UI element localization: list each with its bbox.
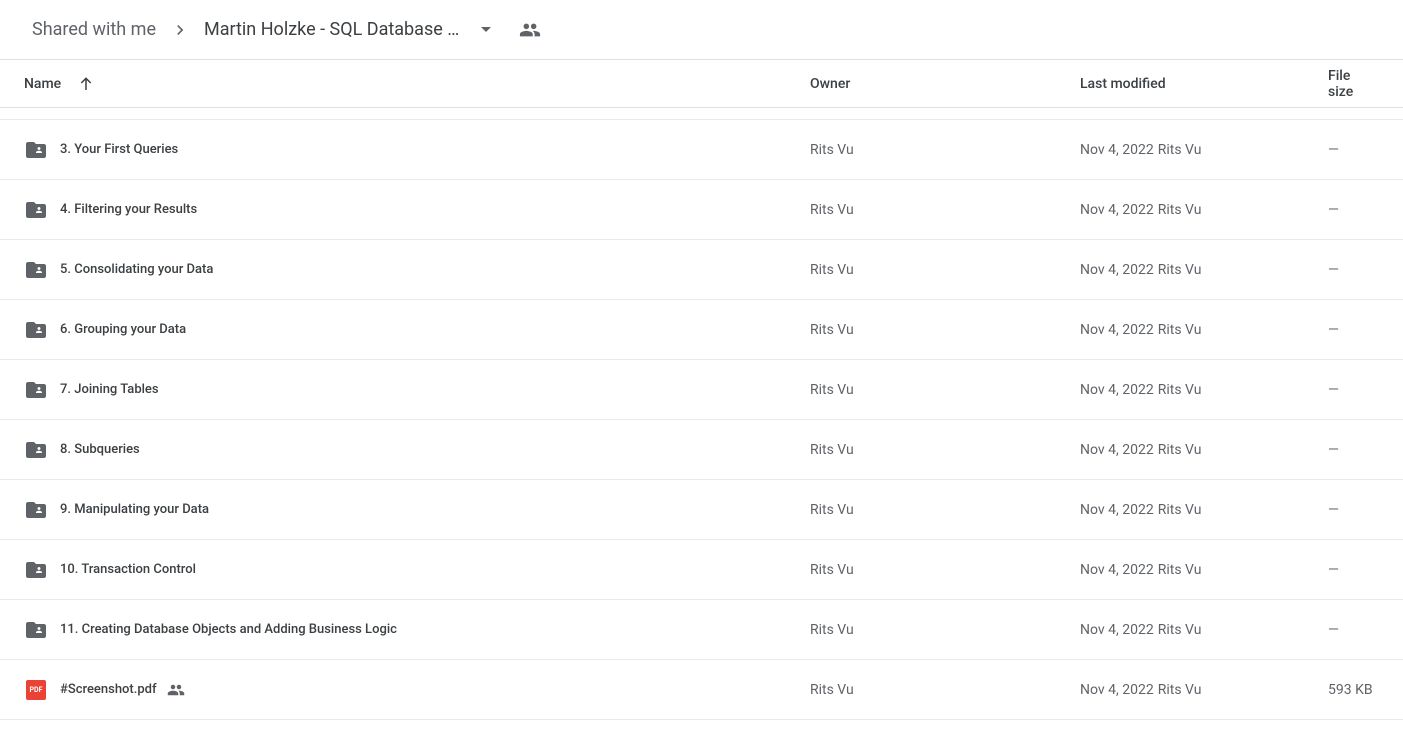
file-name: 10. Transaction Control	[60, 562, 196, 577]
chevron-right-icon	[170, 20, 190, 40]
shared-folder-icon	[24, 558, 48, 582]
column-header-name-label: Name	[24, 76, 61, 92]
file-owner: Rits Vu	[810, 562, 1080, 578]
breadcrumb-current[interactable]: Martin Holzke - SQL Database …	[196, 15, 499, 44]
people-icon	[519, 19, 541, 41]
folder-row[interactable]: 2. SQL Querying Rits Vu Nov 4, 2022Rits …	[0, 108, 1403, 120]
file-name: #Screenshot.pdf	[60, 682, 157, 697]
sort-ascending-icon	[77, 75, 95, 93]
shared-folder-icon	[24, 258, 48, 282]
file-name: 3. Your First Queries	[60, 142, 178, 157]
file-name: 6. Grouping your Data	[60, 322, 186, 337]
shared-folder-icon	[24, 318, 48, 342]
shared-folder-icon	[24, 138, 48, 162]
file-row[interactable]: PDF #Screenshot.pdf Rits Vu Nov 4, 2022R…	[0, 660, 1403, 720]
breadcrumb-current-label: Martin Holzke - SQL Database …	[204, 19, 459, 40]
file-list: 2. SQL Querying Rits Vu Nov 4, 2022Rits …	[0, 108, 1403, 720]
share-button[interactable]	[519, 19, 541, 41]
file-size: —	[1328, 382, 1379, 398]
shared-folder-icon	[24, 378, 48, 402]
file-owner: Rits Vu	[810, 442, 1080, 458]
file-modified: Nov 4, 2022Rits Vu	[1080, 622, 1328, 638]
shared-folder-icon	[24, 618, 48, 642]
folder-row[interactable]: 9. Manipulating your Data Rits Vu Nov 4,…	[0, 480, 1403, 540]
file-size: —	[1328, 262, 1379, 278]
folder-row[interactable]: 4. Filtering your Results Rits Vu Nov 4,…	[0, 180, 1403, 240]
folder-row[interactable]: 11. Creating Database Objects and Adding…	[0, 600, 1403, 660]
file-size: —	[1328, 322, 1379, 338]
file-name: 7. Joining Tables	[60, 382, 159, 397]
file-modified: Nov 4, 2022Rits Vu	[1080, 442, 1328, 458]
breadcrumb-root[interactable]: Shared with me	[24, 15, 164, 44]
file-name: 9. Manipulating your Data	[60, 502, 209, 517]
file-size: 593 KB	[1328, 682, 1379, 698]
file-owner: Rits Vu	[810, 622, 1080, 638]
shared-folder-icon	[24, 108, 48, 112]
file-modified: Nov 4, 2022Rits Vu	[1080, 322, 1328, 338]
file-owner: Rits Vu	[810, 202, 1080, 218]
file-size: —	[1328, 562, 1379, 578]
column-headers: Name Owner Last modified File size	[0, 60, 1403, 108]
file-modified: Nov 4, 2022Rits Vu	[1080, 562, 1328, 578]
file-owner: Rits Vu	[810, 682, 1080, 698]
file-owner: Rits Vu	[810, 322, 1080, 338]
folder-row[interactable]: 10. Transaction Control Rits Vu Nov 4, 2…	[0, 540, 1403, 600]
pdf-icon: PDF	[24, 678, 48, 702]
file-size: —	[1328, 142, 1379, 158]
column-header-owner[interactable]: Owner	[810, 76, 1080, 92]
shared-folder-icon	[24, 198, 48, 222]
file-owner: Rits Vu	[810, 262, 1080, 278]
file-size: —	[1328, 502, 1379, 518]
column-header-size[interactable]: File size	[1328, 68, 1379, 100]
folder-row[interactable]: 8. Subqueries Rits Vu Nov 4, 2022Rits Vu…	[0, 420, 1403, 480]
file-name: 5. Consolidating your Data	[60, 262, 213, 277]
breadcrumb: Shared with me Martin Holzke - SQL Datab…	[0, 0, 1403, 60]
shared-folder-icon	[24, 498, 48, 522]
file-name: 4. Filtering your Results	[60, 202, 197, 217]
file-owner: Rits Vu	[810, 142, 1080, 158]
shared-icon	[167, 681, 185, 699]
file-modified: Nov 4, 2022Rits Vu	[1080, 682, 1328, 698]
folder-row[interactable]: 6. Grouping your Data Rits Vu Nov 4, 202…	[0, 300, 1403, 360]
file-modified: Nov 4, 2022Rits Vu	[1080, 202, 1328, 218]
file-size: —	[1328, 622, 1379, 638]
file-size: —	[1328, 202, 1379, 218]
folder-row[interactable]: 5. Consolidating your Data Rits Vu Nov 4…	[0, 240, 1403, 300]
folder-row[interactable]: 3. Your First Queries Rits Vu Nov 4, 202…	[0, 120, 1403, 180]
folder-row[interactable]: 7. Joining Tables Rits Vu Nov 4, 2022Rit…	[0, 360, 1403, 420]
column-header-modified[interactable]: Last modified	[1080, 76, 1328, 92]
chevron-down-icon	[481, 27, 491, 32]
file-modified: Nov 4, 2022Rits Vu	[1080, 262, 1328, 278]
column-header-name[interactable]: Name	[24, 75, 810, 93]
file-name: 8. Subqueries	[60, 442, 140, 457]
file-modified: Nov 4, 2022Rits Vu	[1080, 382, 1328, 398]
file-name: 11. Creating Database Objects and Adding…	[60, 622, 397, 637]
file-modified: Nov 4, 2022Rits Vu	[1080, 502, 1328, 518]
file-owner: Rits Vu	[810, 502, 1080, 518]
shared-folder-icon	[24, 438, 48, 462]
file-modified: Nov 4, 2022Rits Vu	[1080, 142, 1328, 158]
file-size: —	[1328, 442, 1379, 458]
file-owner: Rits Vu	[810, 382, 1080, 398]
